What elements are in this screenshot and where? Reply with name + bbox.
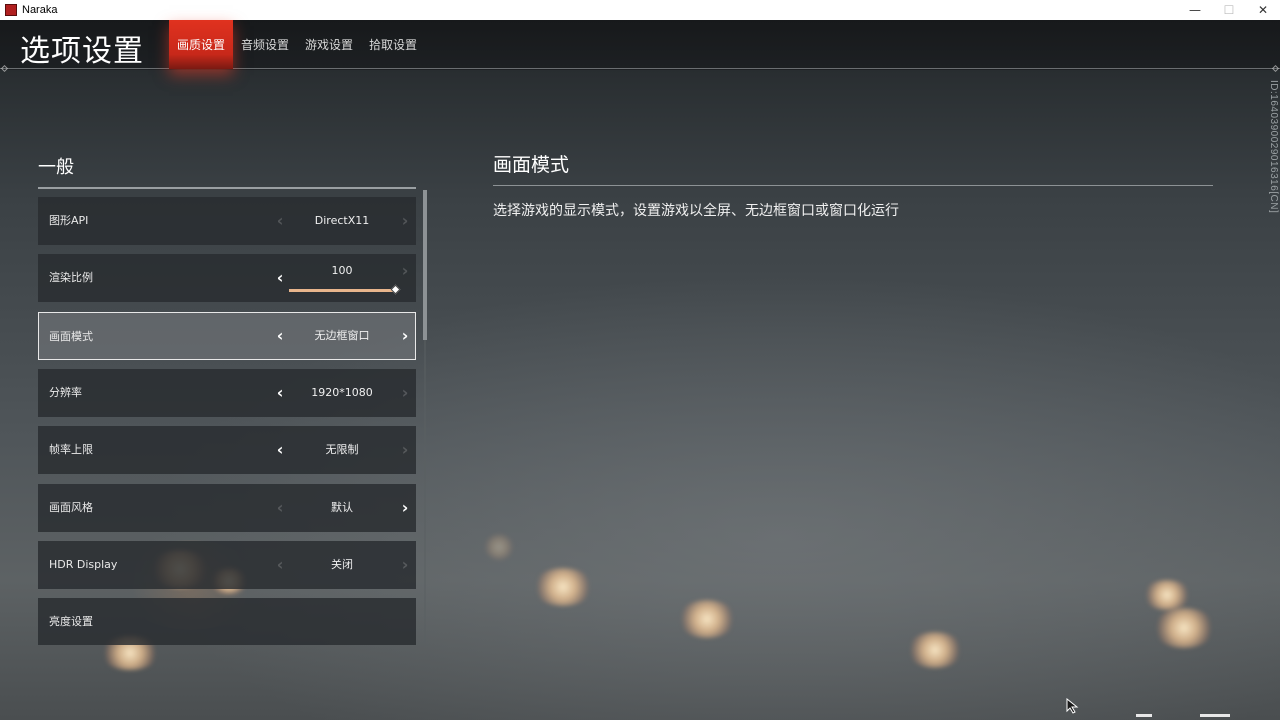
close-button[interactable]: ✕ bbox=[1246, 0, 1280, 20]
lantern-decoration bbox=[678, 600, 736, 638]
setting-row-render-scale[interactable]: 渲染比例 ‹ 100 › bbox=[38, 254, 416, 302]
right-arrow-icon[interactable]: › bbox=[395, 261, 415, 281]
right-arrow-icon[interactable]: › bbox=[395, 383, 415, 403]
setting-row-brightness[interactable]: 亮度设置 bbox=[38, 598, 416, 645]
setting-label: 画面模式 bbox=[49, 330, 93, 343]
window-title-bar: Naraka — ☐ ✕ bbox=[0, 0, 1280, 20]
lantern-decoration bbox=[1153, 608, 1215, 648]
maximize-button[interactable]: ☐ bbox=[1212, 0, 1246, 20]
tab-pickup[interactable]: 拾取设置 bbox=[361, 20, 425, 69]
setting-row-resolution[interactable]: 分辨率 ‹ 1920*1080 › bbox=[38, 369, 416, 417]
setting-row-frame-rate-cap[interactable]: 帧率上限 ‹ 无限制 › bbox=[38, 426, 416, 474]
setting-row-graphics-api[interactable]: 图形API ‹ DirectX11 › bbox=[38, 197, 416, 245]
setting-value: 1920*1080 bbox=[311, 386, 373, 399]
render-scale-slider[interactable] bbox=[289, 289, 396, 292]
page-title: 选项设置 bbox=[20, 34, 144, 69]
bottom-indicator bbox=[1200, 714, 1230, 717]
app-icon bbox=[5, 4, 17, 16]
left-arrow-icon[interactable]: ‹ bbox=[270, 498, 290, 518]
bottom-indicator bbox=[1136, 714, 1152, 717]
window-controls: — ☐ ✕ bbox=[1178, 0, 1280, 20]
right-arrow-icon[interactable]: › bbox=[395, 555, 415, 575]
settings-list: 图形API ‹ DirectX11 › 渲染比例 ‹ 100 › 画面模式 ‹ … bbox=[38, 197, 416, 645]
left-arrow-icon[interactable]: ‹ bbox=[270, 383, 290, 403]
settings-tabs: 画质设置 音频设置 游戏设置 拾取设置 bbox=[169, 20, 425, 69]
left-arrow-icon[interactable]: ‹ bbox=[270, 211, 290, 231]
right-arrow-icon[interactable]: › bbox=[395, 211, 415, 231]
setting-value: 无边框窗口 bbox=[314, 329, 370, 342]
lantern-decoration bbox=[533, 568, 593, 606]
right-arrow-icon[interactable]: › bbox=[395, 440, 415, 460]
setting-label: 亮度设置 bbox=[49, 615, 93, 628]
setting-label: 分辨率 bbox=[49, 386, 82, 399]
description-text: 选择游戏的显示模式，设置游戏以全屏、无边框窗口或窗口化运行 bbox=[493, 203, 899, 219]
window-title: Naraka bbox=[22, 4, 58, 16]
setting-label: 渲染比例 bbox=[49, 271, 93, 284]
minimize-button[interactable]: — bbox=[1178, 0, 1212, 20]
setting-value: 无限制 bbox=[325, 443, 359, 456]
setting-value: 关闭 bbox=[331, 558, 353, 571]
tab-audio[interactable]: 音频设置 bbox=[233, 20, 297, 69]
lantern-decoration bbox=[907, 632, 963, 668]
setting-value: 100 bbox=[331, 264, 353, 277]
left-arrow-icon[interactable]: ‹ bbox=[270, 268, 290, 288]
setting-value: 默认 bbox=[331, 501, 353, 514]
setting-row-display-mode[interactable]: 画面模式 ‹ 无边框窗口 › bbox=[38, 312, 416, 360]
tab-graphics[interactable]: 画质设置 bbox=[169, 20, 233, 69]
right-arrow-icon[interactable]: › bbox=[395, 326, 415, 346]
setting-label: 画面风格 bbox=[49, 501, 93, 514]
scrollbar-thumb[interactable] bbox=[423, 190, 427, 340]
setting-label: 图形API bbox=[49, 214, 89, 227]
setting-value: DirectX11 bbox=[314, 214, 370, 227]
setting-row-visual-style[interactable]: 画面风格 ‹ 默认 › bbox=[38, 484, 416, 532]
mouse-cursor-icon bbox=[1066, 698, 1079, 714]
lantern-decoration bbox=[484, 534, 514, 560]
left-arrow-icon[interactable]: ‹ bbox=[270, 326, 290, 346]
description-divider bbox=[493, 185, 1213, 186]
section-title-general: 一般 bbox=[38, 157, 74, 178]
tab-game[interactable]: 游戏设置 bbox=[297, 20, 361, 69]
build-id-label: ID:1640390029016316[CN] bbox=[1268, 80, 1279, 214]
description-title: 画面模式 bbox=[493, 154, 570, 176]
lantern-decoration bbox=[1143, 580, 1191, 610]
slider-thumb-handle[interactable] bbox=[390, 284, 401, 295]
setting-row-hdr-display[interactable]: HDR Display ‹ 关闭 › bbox=[38, 541, 416, 589]
setting-label: HDR Display bbox=[49, 558, 118, 571]
section-divider bbox=[38, 187, 416, 189]
left-arrow-icon[interactable]: ‹ bbox=[270, 555, 290, 575]
right-arrow-icon[interactable]: › bbox=[395, 498, 415, 518]
setting-label: 帧率上限 bbox=[49, 443, 93, 456]
left-arrow-icon[interactable]: ‹ bbox=[270, 440, 290, 460]
